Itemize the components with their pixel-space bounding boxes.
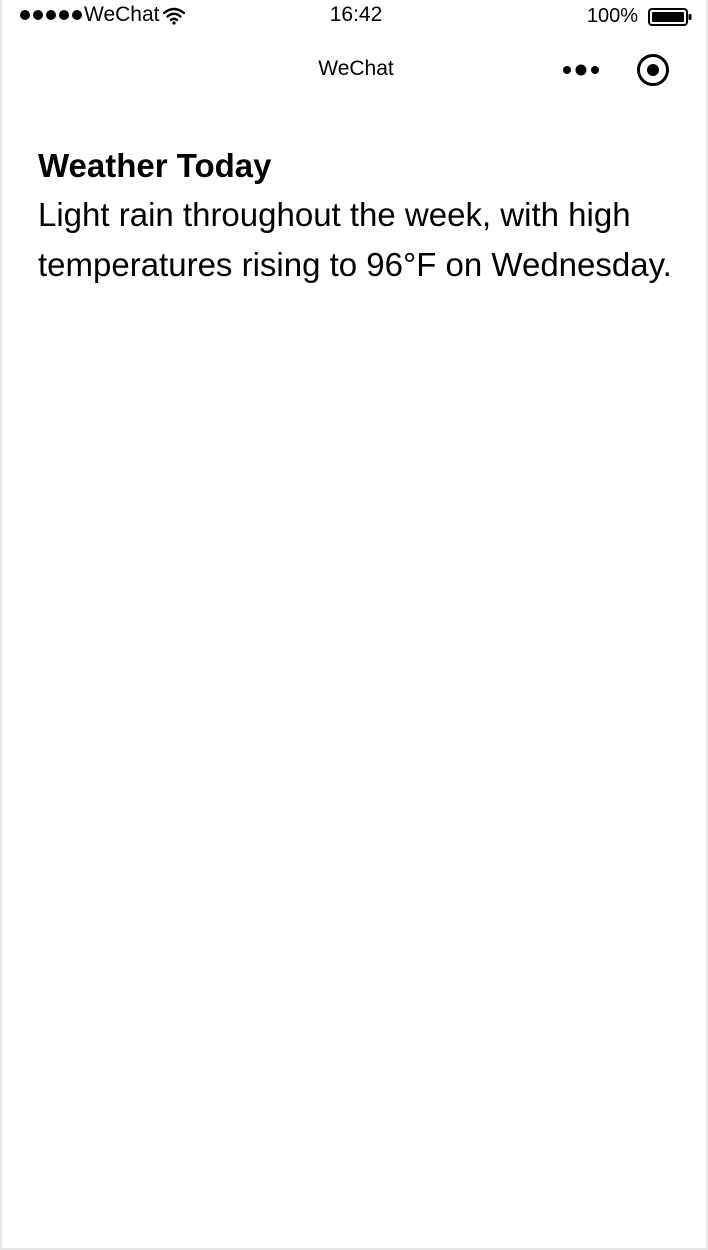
target-circle-icon[interactable]	[636, 53, 670, 87]
weather-title: Weather Today	[38, 147, 272, 184]
nav-title: WeChat	[318, 57, 394, 80]
status-bar: WeChat 16:42 100%	[2, 0, 706, 32]
battery-percentage: 100%	[586, 5, 638, 27]
phone-frame: WeChat 16:42 100% WeChat Weather Today L…	[0, 0, 708, 1250]
battery-icon	[648, 8, 692, 26]
weather-description: Light rain throughout the week, with hig…	[38, 196, 672, 283]
navigation-bar: WeChat	[2, 40, 706, 98]
weather-content: Weather Today Light rain throughout the …	[38, 146, 678, 290]
more-dots-icon[interactable]	[562, 63, 600, 77]
